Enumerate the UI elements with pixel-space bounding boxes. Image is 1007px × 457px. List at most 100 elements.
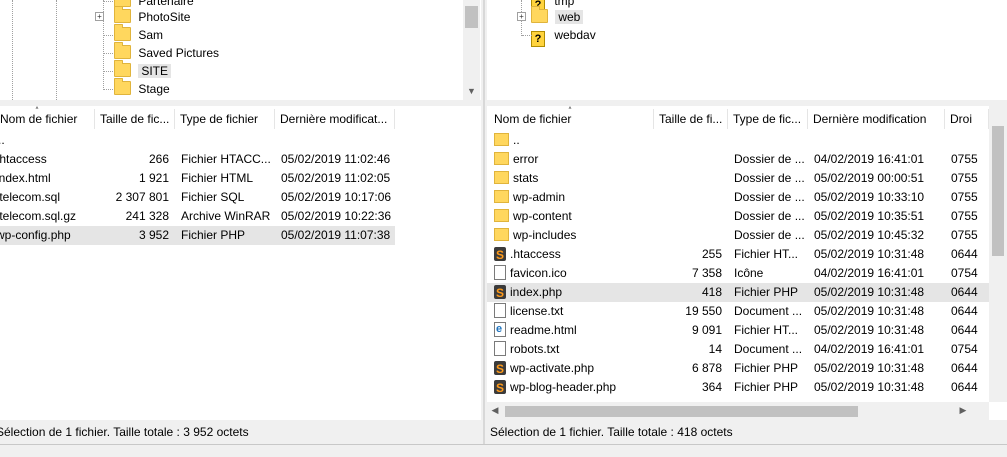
- file-row[interactable]: ttelecom.sql 2 307 801 Fichier SQL 05/02…: [0, 188, 395, 207]
- file-size: 19 550: [685, 304, 722, 318]
- expand-icon[interactable]: +: [95, 12, 104, 21]
- file-row[interactable]: error Dossier de ... 04/02/2019 16:41:01 07…: [487, 150, 989, 169]
- column-header-name[interactable]: Nom de fichier: [0, 109, 95, 129]
- file-name: ttelecom.sql: [0, 190, 61, 204]
- file-size: [654, 188, 722, 207]
- column-header-modified[interactable]: Dernière modificat...: [275, 109, 395, 129]
- tree-item-photosite[interactable]: + PhotoSite: [95, 6, 190, 26]
- file-row-selected[interactable]: wp-config.php 3 952 Fichier PHP 05/02/20…: [0, 226, 395, 245]
- file-row[interactable]: index.html 1 921 Fichier HTML 05/02/2019…: [0, 169, 395, 188]
- file-row[interactable]: favicon.ico 7 358 Icône 04/02/2019 16:41:01…: [487, 264, 989, 283]
- column-header-type[interactable]: Type de fichier: [175, 109, 275, 129]
- file-size: [654, 169, 722, 188]
- folder-icon: [114, 6, 131, 23]
- file-name: wp-activate.php: [510, 361, 595, 375]
- remote-status-text: Sélection de 1 fichier. Taille totale : …: [490, 425, 733, 439]
- remote-list-hscrollbar[interactable]: ◀ ▶: [487, 402, 989, 420]
- scrollbar-thumb[interactable]: [992, 126, 1004, 256]
- file-size: [654, 207, 722, 226]
- tree-item-sam[interactable]: Sam: [98, 24, 163, 44]
- column-header-name[interactable]: Nom de fichier: [489, 109, 654, 129]
- file-row[interactable]: wp-blog-header.php 364 Fichier PHP 05/02/20…: [487, 378, 989, 397]
- file-row[interactable]: ttelecom.sql.gz 241 328 Archive WinRAR 0…: [0, 207, 395, 226]
- tree-item-stage[interactable]: Stage: [98, 78, 170, 98]
- file-permissions: [951, 131, 989, 150]
- folder-icon: [114, 24, 131, 41]
- file-name: index.html: [0, 171, 51, 185]
- file-name-cell: error: [494, 150, 652, 169]
- column-header-size[interactable]: Taille de fi...: [654, 109, 728, 129]
- file-row[interactable]: wp-content Dossier de ... 05/02/2019 10:35…: [487, 207, 989, 226]
- file-name: ..: [513, 133, 520, 147]
- scroll-down-icon[interactable]: ▼: [463, 86, 480, 96]
- tree-guide-line: [12, 0, 13, 100]
- file-date: 05/02/2019 10:31:48: [814, 304, 925, 318]
- file-date: 05/02/2019 10:17:06: [281, 190, 392, 204]
- remote-status-bar: Sélection de 1 fichier. Taille totale : …: [487, 421, 1007, 443]
- tree-item-webdav[interactable]: ? webdav: [517, 26, 596, 47]
- file-size: 14: [708, 342, 722, 356]
- file-row-selected[interactable]: index.php 418 Fichier PHP 05/02/2019 10:31:…: [487, 283, 989, 302]
- file-permissions: 0754: [951, 266, 978, 280]
- sublime-text-icon: [494, 379, 506, 397]
- column-header-modified[interactable]: Dernière modification: [808, 109, 945, 129]
- file-name: license.txt: [510, 304, 564, 318]
- file-name-cell: stats: [494, 169, 652, 188]
- html-file-icon: [494, 321, 506, 339]
- file-permissions: 0644: [951, 380, 978, 394]
- file-name-cell: wp-content: [494, 207, 652, 226]
- file-type: Dossier de ...: [734, 152, 805, 166]
- column-header-permissions[interactable]: Droi: [945, 109, 989, 129]
- file-size: [654, 226, 722, 245]
- file-date: 05/02/2019 10:33:10: [814, 190, 925, 204]
- scroll-left-icon[interactable]: ◀: [489, 405, 501, 416]
- divider: [0, 444, 1007, 445]
- local-file-list[interactable]: ˄ Nom de fichier Taille de fic... Type d…: [0, 106, 481, 420]
- file-permissions: 0755: [951, 190, 978, 204]
- file-row[interactable]: readme.html 9 091 Fichier HT... 05/02/2019 …: [487, 321, 989, 340]
- sublime-text-icon: [494, 360, 506, 378]
- document-icon: [494, 265, 506, 280]
- remote-tree-pane[interactable]: ? tmp + web ? webdav: [487, 0, 1007, 100]
- file-row[interactable]: wp-activate.php 6 878 Fichier PHP 05/02/201…: [487, 359, 989, 378]
- file-size: [654, 150, 722, 169]
- file-row[interactable]: ..: [0, 131, 395, 150]
- file-row[interactable]: wp-includes Dossier de ... 05/02/2019 10:4…: [487, 226, 989, 245]
- column-header-size[interactable]: Taille de fic...: [95, 109, 175, 129]
- tree-item-web[interactable]: + web: [517, 6, 584, 26]
- scrollbar-thumb[interactable]: [465, 6, 478, 28]
- folder-icon: [494, 190, 509, 203]
- tree-item-site[interactable]: SITE: [98, 60, 172, 80]
- file-permissions: 0644: [951, 323, 978, 337]
- file-type: Dossier de ...: [734, 171, 805, 185]
- document-icon: [494, 303, 506, 318]
- file-row[interactable]: robots.txt 14 Document ... 04/02/2019 16:41…: [487, 340, 989, 359]
- folder-icon: [114, 42, 131, 59]
- file-type: Dossier de ...: [734, 190, 805, 204]
- remote-file-list[interactable]: ˄ Nom de fichier Taille de fi... Type de…: [487, 106, 1007, 420]
- file-row[interactable]: stats Dossier de ... 05/02/2019 00:00:51 07…: [487, 169, 989, 188]
- file-type: Archive WinRAR: [181, 209, 271, 223]
- column-header-type[interactable]: Type de fic...: [728, 109, 808, 129]
- expand-icon[interactable]: +: [517, 12, 526, 21]
- file-name: .htaccess: [0, 152, 47, 166]
- file-row[interactable]: .htaccess 255 Fichier HT... 05/02/2019 10:3…: [487, 245, 989, 264]
- file-name: wp-admin: [513, 190, 566, 204]
- file-type: Dossier de ...: [734, 228, 805, 242]
- file-row[interactable]: ..: [487, 131, 989, 150]
- file-date: 05/02/2019 10:31:48: [814, 285, 925, 299]
- local-tree-scrollbar[interactable]: ▼: [463, 0, 480, 100]
- remote-list-vscrollbar[interactable]: [989, 106, 1007, 402]
- file-row[interactable]: .htaccess 266 Fichier HTACC... 05/02/201…: [0, 150, 395, 169]
- file-permissions: 0754: [951, 342, 978, 356]
- file-size: 3 952: [138, 228, 169, 242]
- file-date: 05/02/2019 11:02:46: [281, 152, 391, 166]
- local-tree-pane[interactable]: Partenaire + PhotoSite Sam Saved Picture…: [0, 0, 481, 100]
- file-type: [734, 131, 806, 150]
- scrollbar-thumb[interactable]: [505, 406, 858, 417]
- file-date: 05/02/2019 10:45:32: [814, 228, 925, 242]
- file-date: 05/02/2019 10:31:48: [814, 380, 925, 394]
- scroll-right-icon[interactable]: ▶: [957, 405, 969, 416]
- file-row[interactable]: license.txt 19 550 Document ... 05/02/2019 …: [487, 302, 989, 321]
- file-row[interactable]: wp-admin Dossier de ... 05/02/2019 10:33:1…: [487, 188, 989, 207]
